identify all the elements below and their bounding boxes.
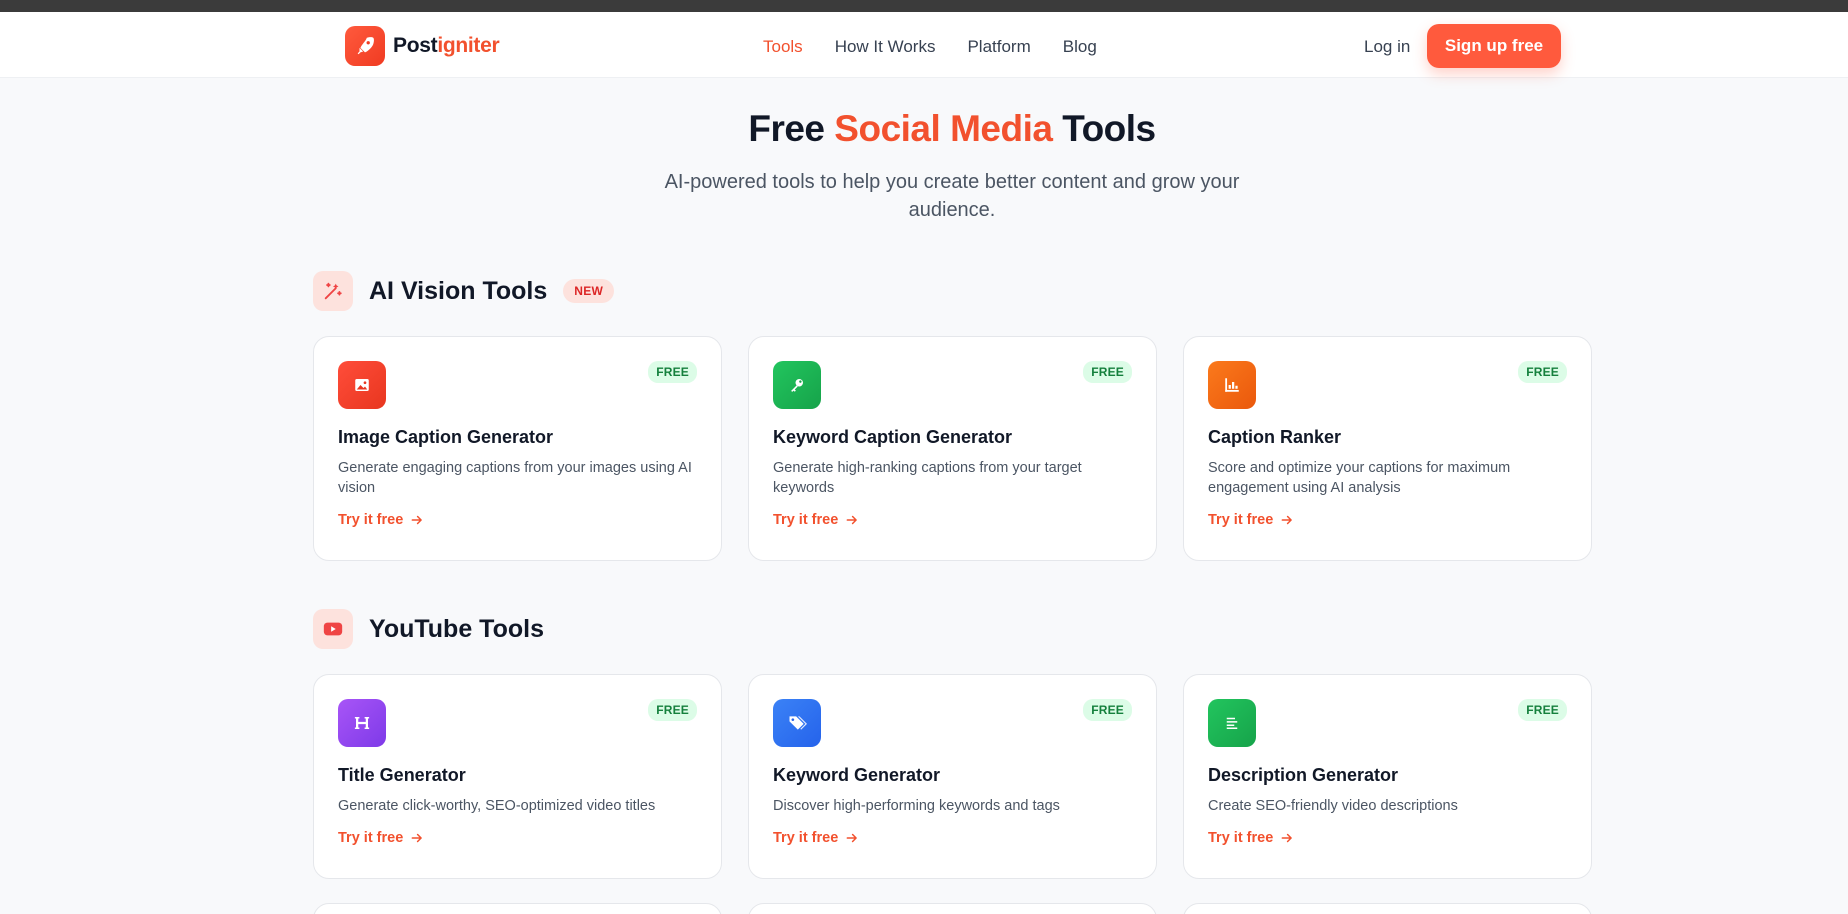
browser-top-strip: [0, 0, 1848, 12]
brand-logo[interactable]: Postigniter: [345, 26, 500, 66]
rocket-icon: [345, 26, 385, 66]
signup-button[interactable]: Sign up free: [1427, 24, 1561, 68]
tool-card-title: Caption Ranker: [1208, 427, 1342, 447]
tool-card[interactable]: [313, 903, 722, 914]
free-badge: FREE: [1083, 361, 1132, 383]
try-it-free-link[interactable]: Try it free: [1208, 512, 1294, 528]
youtube-tools-grid: FREE Title Generator Generate click-wort…: [313, 674, 1592, 879]
tool-card-description: Create SEO-friendly video descriptions: [1208, 798, 1458, 814]
section-title: AI Vision Tools: [369, 276, 548, 305]
tool-card-description: Generate engaging captions from your ima…: [338, 460, 692, 496]
tool-card-keyword-generator[interactable]: FREE Keyword Generator Discover high-per…: [748, 674, 1157, 879]
tool-card-title: Keyword Generator: [773, 765, 941, 785]
tags-icon: [773, 699, 821, 747]
try-it-free-link[interactable]: Try it free: [338, 830, 424, 846]
arrow-right-icon: [846, 833, 858, 843]
tool-card-title: Description Generator: [1208, 765, 1399, 785]
magic-wand-icon: [313, 271, 353, 311]
login-link[interactable]: Log in: [1364, 37, 1410, 57]
try-it-free-link[interactable]: Try it free: [773, 512, 859, 528]
page-title: Free Social Media Tools: [748, 108, 1156, 149]
section-header-ai-vision: AI Vision Tools NEW: [313, 271, 615, 311]
tool-card-description-generator[interactable]: FREE Description Generator Create SEO-fr…: [1183, 674, 1592, 879]
try-it-free-link[interactable]: Try it free: [338, 512, 424, 528]
try-it-free-link[interactable]: Try it free: [1208, 830, 1294, 846]
free-badge: FREE: [1518, 699, 1567, 721]
nav-links: Tools How It Works Platform Blog: [763, 37, 1097, 57]
tool-card-title: Keyword Caption Generator: [773, 427, 1013, 447]
section-header-youtube: YouTube Tools: [313, 609, 544, 649]
tool-card-keyword-caption-generator[interactable]: FREE Keyword Caption Generator Generate …: [748, 336, 1157, 561]
heading-icon: [338, 699, 386, 747]
nav-link-how-it-works[interactable]: How It Works: [835, 37, 936, 57]
arrow-right-icon: [846, 515, 858, 525]
tool-card-description: Score and optimize your captions for max…: [1208, 460, 1511, 496]
try-it-free-link[interactable]: Try it free: [773, 830, 859, 846]
align-left-icon: [1208, 699, 1256, 747]
free-badge: FREE: [1518, 361, 1567, 383]
arrow-right-icon: [1281, 833, 1293, 843]
arrow-right-icon: [411, 515, 423, 525]
next-tools-grid-partial: [313, 903, 1592, 914]
nav-link-tools[interactable]: Tools: [763, 37, 803, 57]
section-title: YouTube Tools: [369, 614, 544, 643]
tool-card-title: Image Caption Generator: [338, 427, 554, 447]
tool-card-description: Generate click-worthy, SEO-optimized vid…: [338, 798, 656, 814]
tool-card-description: Generate high-ranking captions from your…: [773, 460, 1082, 496]
nav-link-platform[interactable]: Platform: [967, 37, 1030, 57]
new-badge: NEW: [563, 279, 615, 303]
arrow-right-icon: [411, 833, 423, 843]
tool-card[interactable]: [1183, 903, 1592, 914]
tool-card[interactable]: [748, 903, 1157, 914]
free-badge: FREE: [648, 361, 697, 383]
tool-card-caption-ranker[interactable]: FREE Caption Ranker Score and optimize y…: [1183, 336, 1592, 561]
brand-name: Postigniter: [393, 34, 500, 57]
bar-chart-icon: [1208, 361, 1256, 409]
free-badge: FREE: [1083, 699, 1132, 721]
free-badge: FREE: [648, 699, 697, 721]
nav-link-blog[interactable]: Blog: [1063, 37, 1097, 57]
tool-card-title-generator[interactable]: FREE Title Generator Generate click-wort…: [313, 674, 722, 879]
top-navigation: Postigniter Tools How It Works Platform …: [0, 12, 1848, 78]
arrow-right-icon: [1281, 515, 1293, 525]
ai-vision-tools-grid: FREE Image Caption Generator Generate en…: [313, 336, 1592, 561]
tool-card-image-caption-generator[interactable]: FREE Image Caption Generator Generate en…: [313, 336, 722, 561]
image-icon: [338, 361, 386, 409]
youtube-icon: [313, 609, 353, 649]
tool-card-description: Discover high-performing keywords and ta…: [773, 798, 1060, 814]
key-icon: [773, 361, 821, 409]
tool-card-title: Title Generator: [338, 765, 466, 785]
page-subtitle: AI-powered tools to help you create bett…: [664, 171, 1240, 221]
